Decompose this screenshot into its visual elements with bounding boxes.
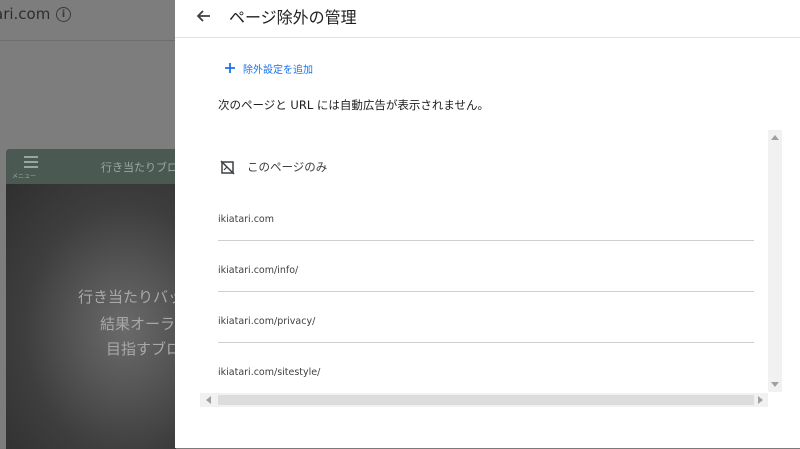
- scroll-down-arrow-icon[interactable]: [771, 382, 779, 387]
- scrollbar-thumb[interactable]: [218, 395, 754, 405]
- preview-text-line: 目指すブロ: [106, 340, 176, 358]
- preview-menu-label: メニュー: [12, 173, 37, 180]
- list-item[interactable]: ikiatari.com/privacy/: [218, 292, 754, 343]
- list-header: このページのみ: [220, 159, 327, 175]
- plus-icon: [225, 63, 235, 73]
- arrow-left-icon: [196, 10, 210, 22]
- header-divider: [175, 37, 800, 38]
- add-exclusion-button[interactable]: 除外設定を追加: [223, 58, 313, 78]
- list-item[interactable]: ikiatari.com/info/: [218, 241, 754, 292]
- excluded-pages-list: このページのみ ikiatari.com ikiatari.com/info/ …: [200, 130, 784, 411]
- horizontal-scrollbar[interactable]: [200, 393, 782, 407]
- description-text: 次のページと URL には自動広告が表示されません。: [218, 98, 490, 112]
- preview-text-line: 結果オーラ: [100, 315, 176, 333]
- list-item-url: ikiatari.com/info/: [218, 265, 299, 276]
- list-item[interactable]: ikiatari.com/sitestyle/: [218, 343, 754, 393]
- site-preview: メニュー 行き当たりブロ 行き当たりバッ 結果オーラ 目指すブロ: [6, 149, 176, 449]
- preview-hero-image: 行き当たりバッ 結果オーラ 目指すブロ: [6, 184, 176, 449]
- list-item[interactable]: ikiatari.com: [218, 190, 754, 241]
- add-exclusion-label: 除外設定を追加: [243, 64, 313, 76]
- dialog-title: ページ除外の管理: [229, 8, 357, 27]
- list-item-url: ikiatari.com: [218, 214, 275, 225]
- back-button[interactable]: [191, 4, 217, 28]
- menu-icon: [24, 153, 38, 171]
- list-item-url: ikiatari.com/privacy/: [218, 316, 316, 327]
- scrollbar-corner: [768, 393, 782, 407]
- list-header-label: このページのみ: [247, 160, 328, 174]
- page-off-icon: [220, 159, 235, 175]
- site-name: ari.com: [0, 5, 51, 23]
- scroll-right-arrow-icon[interactable]: [758, 396, 763, 404]
- preview-text-line: 行き当たりバッ: [78, 288, 176, 306]
- list-item-url: ikiatari.com/sitestyle/: [218, 367, 321, 378]
- info-icon: i: [56, 7, 71, 22]
- scroll-up-arrow-icon[interactable]: [771, 135, 779, 140]
- preview-header: メニュー 行き当たりブロ: [6, 149, 176, 184]
- page-exclusion-dialog: ページ除外の管理 除外設定を追加 次のページと URL には自動広告が表示されま…: [175, 0, 800, 448]
- divider: [0, 40, 175, 41]
- preview-site-title: 行き当たりブロ: [101, 161, 176, 174]
- scroll-left-arrow-icon[interactable]: [206, 396, 211, 404]
- vertical-scrollbar[interactable]: [768, 130, 782, 392]
